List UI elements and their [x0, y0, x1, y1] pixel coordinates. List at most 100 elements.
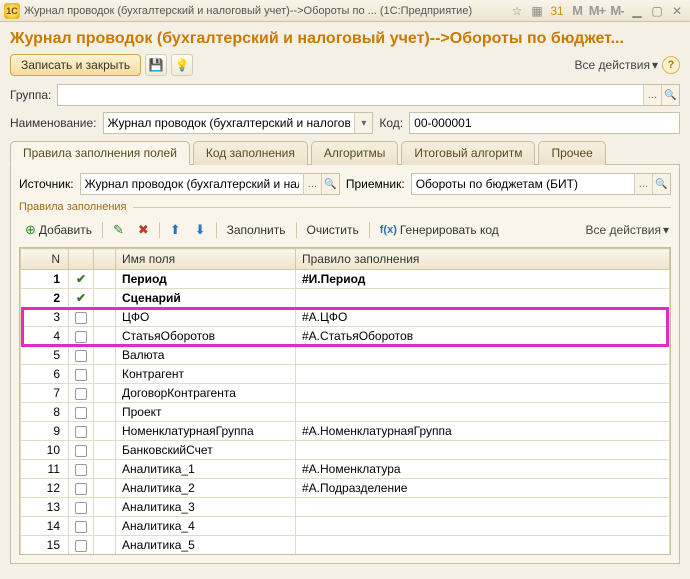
col-header-name[interactable]: Имя поля: [116, 249, 296, 270]
cell-req[interactable]: [69, 479, 94, 498]
all-actions-dropdown[interactable]: Все действия ▾: [575, 58, 659, 72]
dest-open-button[interactable]: 🔍: [652, 174, 670, 194]
cell-req[interactable]: [69, 441, 94, 460]
hint-icon[interactable]: 💡: [171, 54, 193, 76]
cell-req[interactable]: [69, 517, 94, 536]
source-input[interactable]: [81, 174, 303, 194]
cell-fx[interactable]: [94, 365, 116, 384]
name-input[interactable]: [104, 113, 355, 133]
cell-req[interactable]: [69, 308, 94, 327]
help-icon[interactable]: ?: [662, 56, 680, 74]
group-open-button[interactable]: 🔍: [661, 85, 679, 105]
cell-req[interactable]: ✔: [69, 289, 94, 308]
memory-mplus-icon[interactable]: M+: [588, 3, 606, 19]
cell-fx[interactable]: [94, 308, 116, 327]
favorite-icon[interactable]: ☆: [508, 3, 526, 19]
close-icon[interactable]: ✕: [668, 3, 686, 19]
cell-fx[interactable]: [94, 479, 116, 498]
add-button[interactable]: ⊕ Добавить: [21, 220, 96, 240]
group-input-wrap: … 🔍: [57, 84, 680, 106]
source-open-button[interactable]: 🔍: [321, 174, 339, 194]
table-all-actions-dropdown[interactable]: Все действия ▾: [586, 223, 670, 237]
tab-2[interactable]: Алгоритмы: [311, 141, 399, 165]
generate-code-button[interactable]: f(x) Генерировать код: [376, 221, 503, 239]
table-row[interactable]: 14Аналитика_4: [21, 517, 670, 536]
cell-req[interactable]: [69, 460, 94, 479]
cell-fx[interactable]: [94, 498, 116, 517]
cell-req[interactable]: [69, 498, 94, 517]
col-header-rule[interactable]: Правило заполнения: [296, 249, 670, 270]
edit-button[interactable]: ✎: [109, 220, 128, 240]
code-input[interactable]: [410, 113, 679, 133]
minimize-icon[interactable]: ▁: [628, 3, 646, 19]
cell-fx[interactable]: [94, 289, 116, 308]
move-down-button[interactable]: ⬇: [191, 220, 210, 240]
cell-fx[interactable]: [94, 422, 116, 441]
cell-fx[interactable]: [94, 536, 116, 555]
save-icon[interactable]: 💾: [145, 54, 167, 76]
clear-button[interactable]: Очистить: [303, 221, 363, 239]
cell-req[interactable]: [69, 365, 94, 384]
cell-rule: [296, 289, 670, 308]
cell-fx[interactable]: [94, 517, 116, 536]
delete-button[interactable]: ✖: [134, 220, 153, 240]
calendar-icon[interactable]: 31: [548, 3, 566, 19]
cell-req[interactable]: [69, 422, 94, 441]
write-and-close-button[interactable]: Записать и закрыть: [10, 54, 141, 76]
table-row[interactable]: 6Контрагент: [21, 365, 670, 384]
rules-table-wrap[interactable]: N Имя поля Правило заполнения 1✔Период#И…: [19, 247, 671, 555]
window-titlebar: 1C Журнал проводок (бухгалтерский и нало…: [0, 0, 690, 22]
fill-button[interactable]: Заполнить: [223, 221, 290, 239]
cell-req[interactable]: [69, 346, 94, 365]
name-dropdown-button[interactable]: ▾: [354, 113, 372, 133]
col-header-fx[interactable]: [94, 249, 116, 270]
grid-icon[interactable]: ▦: [528, 3, 546, 19]
cell-fx[interactable]: [94, 327, 116, 346]
cell-name: ЦФО: [116, 308, 296, 327]
group-input[interactable]: [58, 85, 643, 105]
table-row[interactable]: 15Аналитика_5: [21, 536, 670, 555]
cell-req[interactable]: [69, 384, 94, 403]
tab-0[interactable]: Правила заполнения полей: [10, 141, 190, 165]
col-header-req[interactable]: [69, 249, 94, 270]
table-row[interactable]: 13Аналитика_3: [21, 498, 670, 517]
cell-name: Аналитика_1: [116, 460, 296, 479]
table-row[interactable]: 9НоменклатурнаяГруппа#А.НоменклатурнаяГр…: [21, 422, 670, 441]
cell-fx[interactable]: [94, 346, 116, 365]
group-select-button[interactable]: …: [643, 85, 661, 105]
maximize-icon[interactable]: ▢: [648, 3, 666, 19]
table-row[interactable]: 7ДоговорКонтрагента: [21, 384, 670, 403]
tab-3[interactable]: Итоговый алгоритм: [401, 141, 535, 165]
dest-input[interactable]: [412, 174, 634, 194]
cell-fx[interactable]: [94, 384, 116, 403]
checkbox-icon: [75, 540, 87, 552]
tab-1[interactable]: Код заполнения: [193, 141, 308, 165]
memory-mminus-icon[interactable]: M-: [608, 3, 626, 19]
cell-fx[interactable]: [94, 460, 116, 479]
cell-req[interactable]: [69, 536, 94, 555]
cell-req[interactable]: ✔: [69, 270, 94, 289]
table-row[interactable]: 10БанковскийСчет: [21, 441, 670, 460]
memory-m-icon[interactable]: M: [568, 3, 586, 19]
check-icon: ✔: [76, 272, 86, 286]
table-row[interactable]: 5Валюта: [21, 346, 670, 365]
cell-req[interactable]: [69, 403, 94, 422]
table-row[interactable]: 4СтатьяОборотов#А.СтатьяОборотов: [21, 327, 670, 346]
command-bar: Записать и закрыть 💾 💡 Все действия ▾ ?: [10, 54, 680, 76]
move-up-button[interactable]: ⬆: [166, 220, 185, 240]
table-row[interactable]: 8Проект: [21, 403, 670, 422]
tab-4[interactable]: Прочее: [538, 141, 605, 165]
table-row[interactable]: 3ЦФО#А.ЦФО: [21, 308, 670, 327]
cell-req[interactable]: [69, 327, 94, 346]
table-row[interactable]: 2✔Сценарий: [21, 289, 670, 308]
cell-fx[interactable]: [94, 270, 116, 289]
col-header-n[interactable]: N: [21, 249, 69, 270]
table-row[interactable]: 11Аналитика_1#А.Номенклатура: [21, 460, 670, 479]
source-select-button[interactable]: …: [303, 174, 321, 194]
cell-fx[interactable]: [94, 441, 116, 460]
cell-fx[interactable]: [94, 403, 116, 422]
table-row[interactable]: 1✔Период#И.Период: [21, 270, 670, 289]
table-row[interactable]: 12Аналитика_2#А.Подразделение: [21, 479, 670, 498]
dest-select-button[interactable]: …: [634, 174, 652, 194]
cell-name: Валюта: [116, 346, 296, 365]
